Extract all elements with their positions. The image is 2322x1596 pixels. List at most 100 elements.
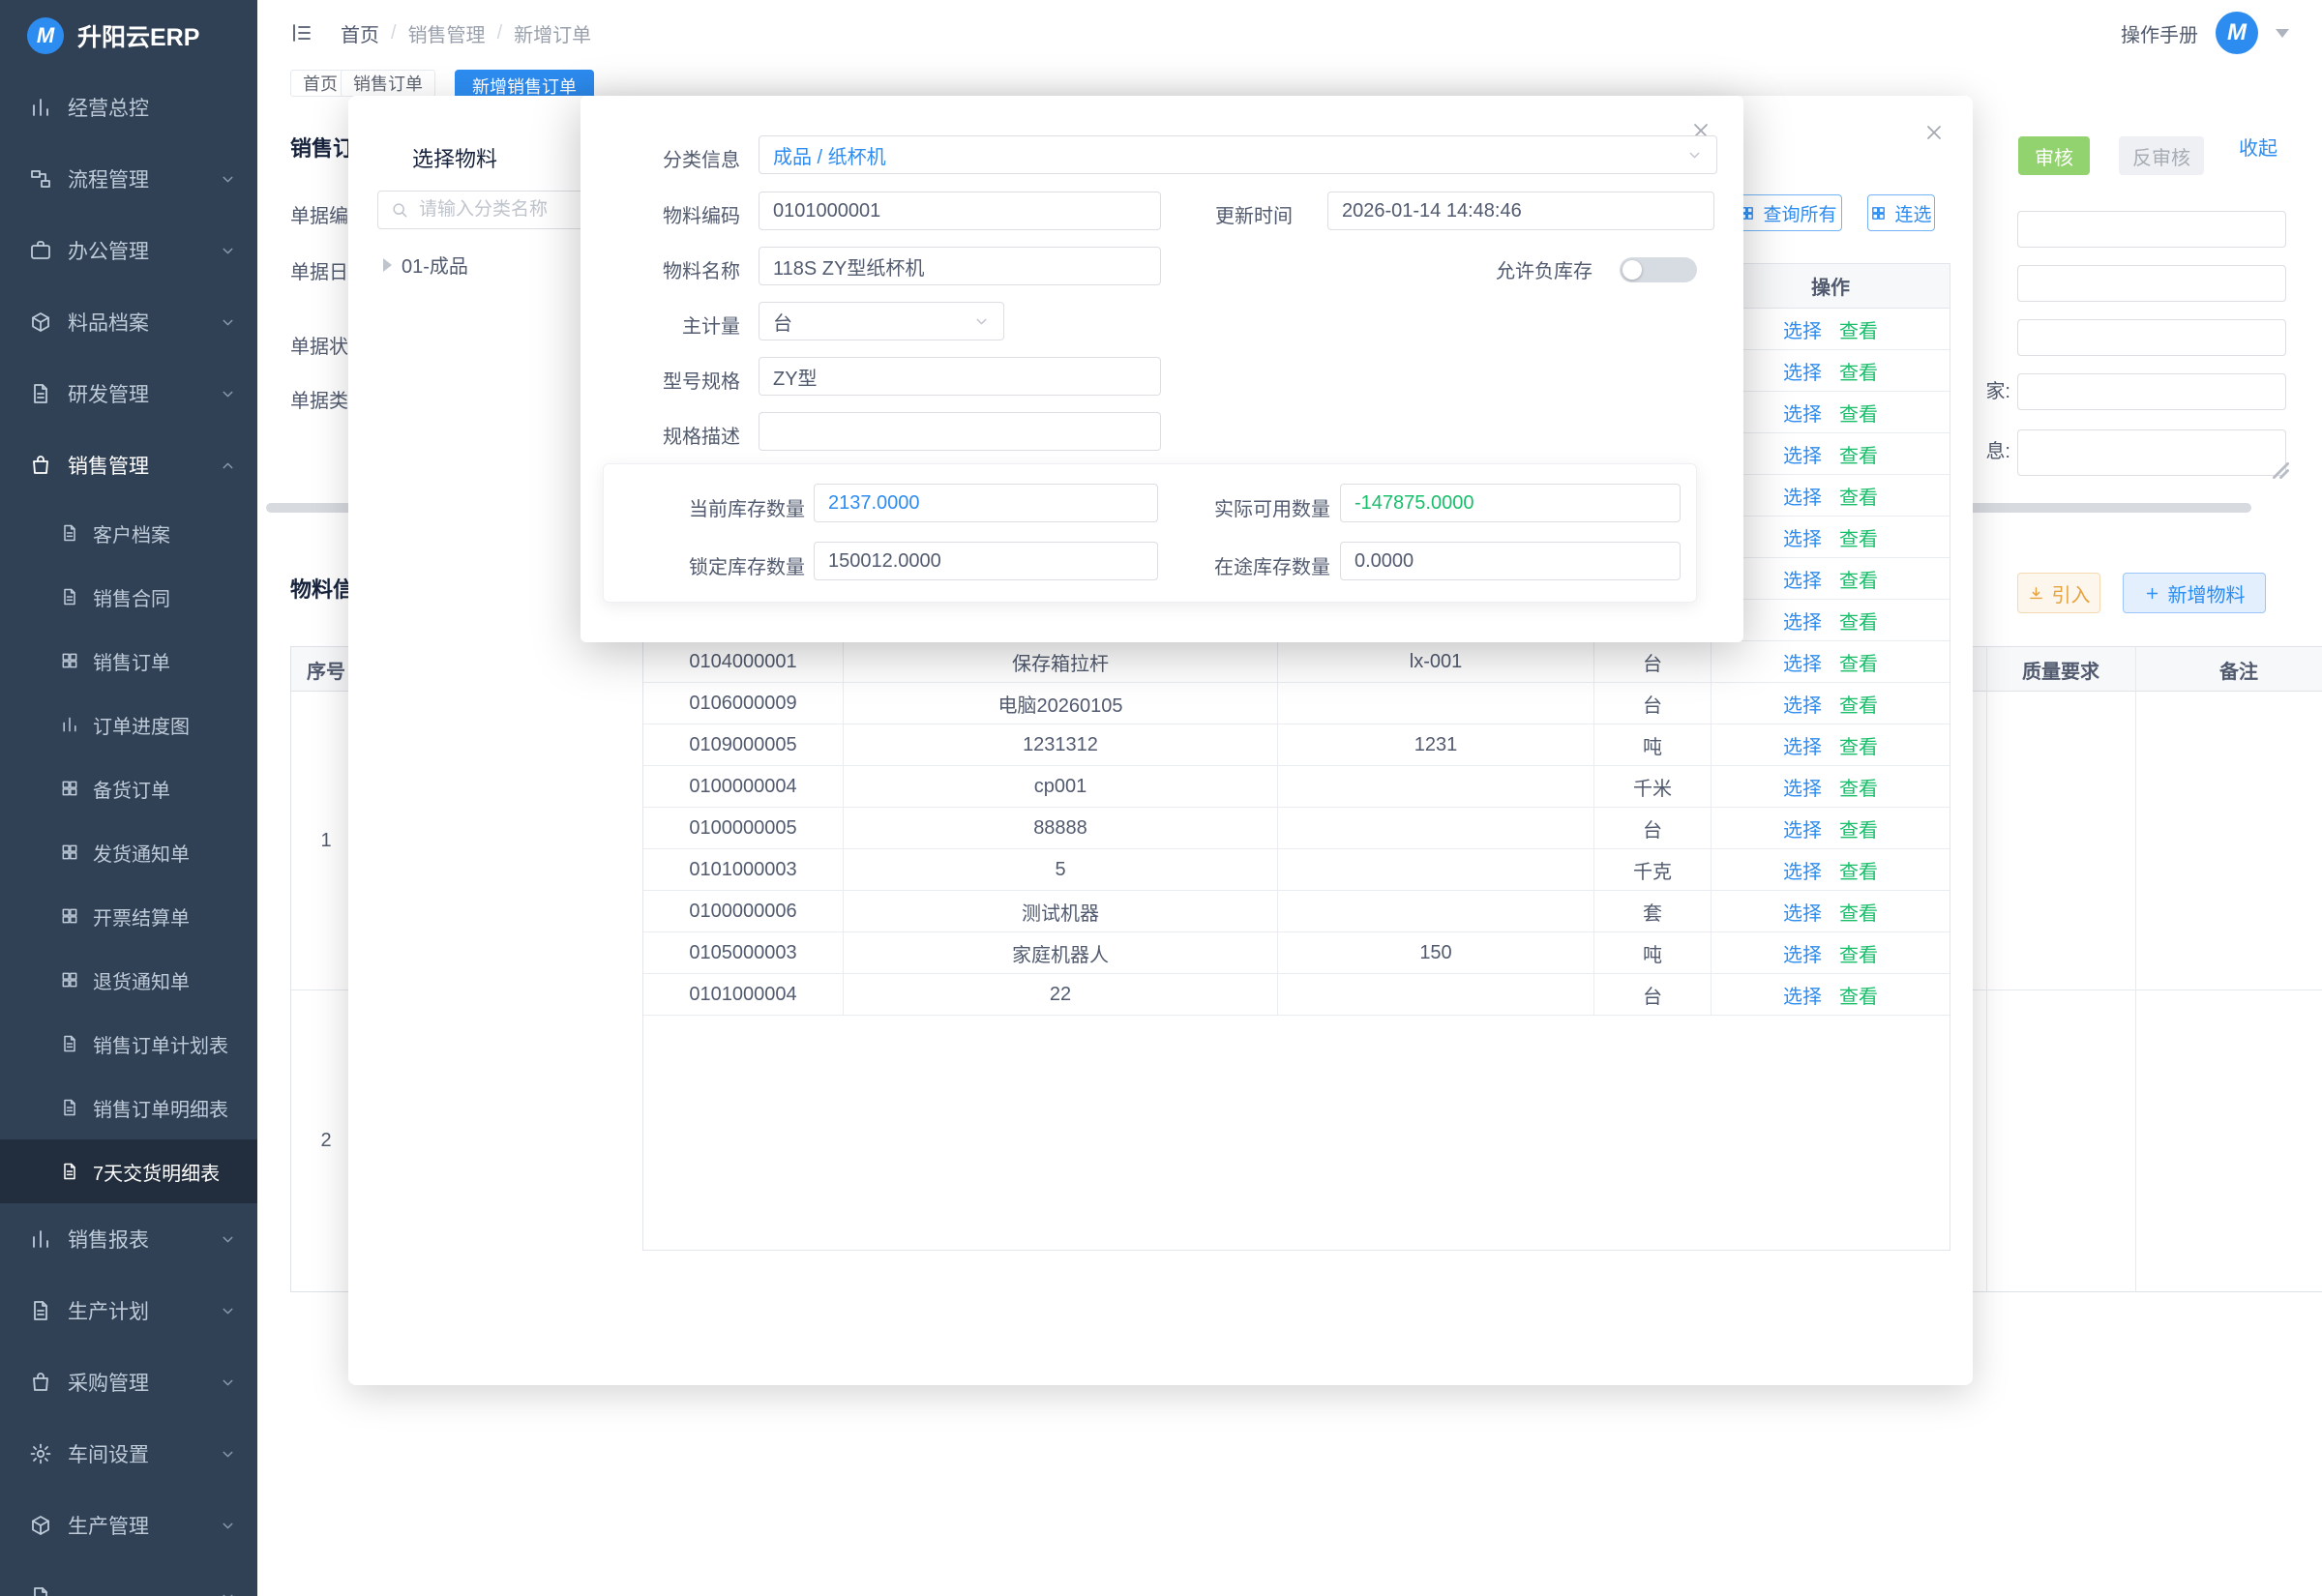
sidebar-item-order-plan-table[interactable]: 销售订单计划表 [0,1012,257,1076]
sidebar-item-production-plan[interactable]: 生产计划 [0,1275,257,1346]
breadcrumb-sales-mgmt[interactable]: 销售管理 [408,19,486,47]
tree-expand-icon[interactable] [383,258,392,272]
select-link[interactable]: 选择 [1783,773,1822,801]
select-link[interactable]: 选择 [1783,690,1822,718]
select-link[interactable]: 选择 [1783,606,1822,635]
view-link[interactable]: 查看 [1839,523,1878,551]
sidebar-item-return-notice[interactable]: 退货通知单 [0,948,257,1012]
view-link[interactable]: 查看 [1839,981,1878,1009]
right-field-1[interactable] [2017,211,2286,248]
sidebar-item-material-archive[interactable]: 料品档案 [0,286,257,358]
sidebar-item-customer-archive[interactable]: 客户档案 [0,501,257,565]
unaudit-button[interactable]: 反审核 [2119,136,2204,175]
tree-node-finished-goods[interactable]: 01-成品 [383,251,468,279]
sidebar-item-7day-delivery-table[interactable]: 7天交货明细表 [0,1139,257,1203]
audit-button[interactable]: 审核 [2018,136,2090,175]
breadcrumb-separator: / [497,22,503,44]
cell-name: 保存箱拉杆 [844,641,1278,682]
category-select[interactable]: 成品 / 纸杯机 [759,135,1717,174]
select-link[interactable]: 选择 [1783,898,1822,926]
sidebar-item-stock-order[interactable]: 备货订单 [0,756,257,820]
sidebar-item-production-mgmt[interactable]: 生产管理 [0,1490,257,1561]
select-link[interactable]: 选择 [1783,357,1822,385]
select-link[interactable]: 选择 [1783,981,1822,1009]
collapse-link[interactable]: 收起 [2239,133,2277,161]
select-link[interactable]: 选择 [1783,523,1822,551]
resize-handle-icon[interactable] [2273,462,2289,479]
sidebar-item-sales-contract[interactable]: 销售合同 [0,565,257,629]
view-link[interactable]: 查看 [1839,565,1878,593]
sidebar-item-rd-mgmt[interactable]: 研发管理 [0,358,257,429]
right-field-3[interactable] [2017,319,2286,356]
transit-stock-input[interactable] [1340,542,1681,580]
view-link[interactable]: 查看 [1839,690,1878,718]
negative-stock-toggle[interactable] [1620,257,1697,282]
sidebar-item-partial[interactable] [0,1561,257,1596]
view-link[interactable]: 查看 [1839,606,1878,635]
view-link[interactable]: 查看 [1839,440,1878,468]
select-link[interactable]: 选择 [1783,856,1822,884]
view-link[interactable]: 查看 [1839,357,1878,385]
caret-down-icon[interactable] [2276,29,2289,38]
sidebar-item-order-detail-table[interactable]: 销售订单明细表 [0,1076,257,1139]
view-link[interactable]: 查看 [1839,482,1878,510]
import-button[interactable]: 引入 [2017,573,2100,613]
select-link[interactable]: 选择 [1783,565,1822,593]
view-link[interactable]: 查看 [1839,814,1878,842]
sidebar-item-sales-report[interactable]: 销售报表 [0,1203,257,1275]
view-link[interactable]: 查看 [1839,773,1878,801]
updated-time-input[interactable] [1327,192,1714,230]
sidebar-item-delivery-notice[interactable]: 发货通知单 [0,820,257,884]
select-link[interactable]: 选择 [1783,731,1822,759]
available-qty-input[interactable] [1340,484,1681,522]
add-material-button[interactable]: 新增物料 [2123,573,2266,613]
right-field-2[interactable] [2017,265,2286,302]
view-link[interactable]: 查看 [1839,399,1878,427]
view-link[interactable]: 查看 [1839,315,1878,343]
multi-select-button[interactable]: 连选 [1867,194,1935,231]
model-spec-input[interactable] [759,357,1161,396]
menu-fold-icon[interactable] [290,21,313,44]
view-link[interactable]: 查看 [1839,731,1878,759]
spec-desc-input[interactable] [759,412,1161,451]
sidebar-item-invoice-settlement[interactable]: 开票结算单 [0,884,257,948]
chevron-down-icon [220,1374,236,1391]
breadcrumb-home[interactable]: 首页 [341,19,379,47]
sidebar-item-business-overview[interactable]: 经营总控 [0,72,257,143]
select-link[interactable]: 选择 [1783,440,1822,468]
select-link[interactable]: 选择 [1783,814,1822,842]
view-link[interactable]: 查看 [1839,898,1878,926]
sidebar-item-process-mgmt[interactable]: 流程管理 [0,143,257,215]
current-stock-input[interactable] [814,484,1158,522]
right-field-4[interactable] [2017,373,2286,410]
grid-icon [60,842,79,862]
tab-sales-order[interactable]: 销售订单 [341,70,435,97]
view-link[interactable]: 查看 [1839,939,1878,967]
cell-name: 22 [844,974,1278,1015]
cell-code: 0100000005 [643,808,844,848]
sidebar-item-order-progress[interactable]: 订单进度图 [0,693,257,756]
view-link[interactable]: 查看 [1839,648,1878,676]
remark-textarea[interactable] [2017,429,2286,476]
select-link[interactable]: 选择 [1783,482,1822,510]
material-code-input[interactable] [759,192,1161,230]
sidebar-item-workshop-settings[interactable]: 车间设置 [0,1418,257,1490]
sidebar-item-office-mgmt[interactable]: 办公管理 [0,215,257,286]
query-all-button[interactable]: 查询所有 [1734,194,1842,231]
manual-link[interactable]: 操作手册 [2121,19,2198,47]
remark-header: 备注 [2135,647,2322,692]
sidebar-item-purchase-mgmt[interactable]: 采购管理 [0,1346,257,1418]
close-icon[interactable] [1922,121,1946,144]
view-link[interactable]: 查看 [1839,856,1878,884]
select-link[interactable]: 选择 [1783,399,1822,427]
sidebar-item-sales-order[interactable]: 销售订单 [0,629,257,693]
unit-select[interactable]: 台 [759,302,1004,340]
sidebar-item-sales-mgmt[interactable]: 销售管理 [0,429,257,501]
material-name-input[interactable] [759,247,1161,285]
locked-stock-input[interactable] [814,542,1158,580]
select-link[interactable]: 选择 [1783,939,1822,967]
select-link[interactable]: 选择 [1783,648,1822,676]
top-bar-right: 操作手册 M [2121,12,2289,54]
avatar[interactable]: M [2216,12,2258,54]
select-link[interactable]: 选择 [1783,315,1822,343]
